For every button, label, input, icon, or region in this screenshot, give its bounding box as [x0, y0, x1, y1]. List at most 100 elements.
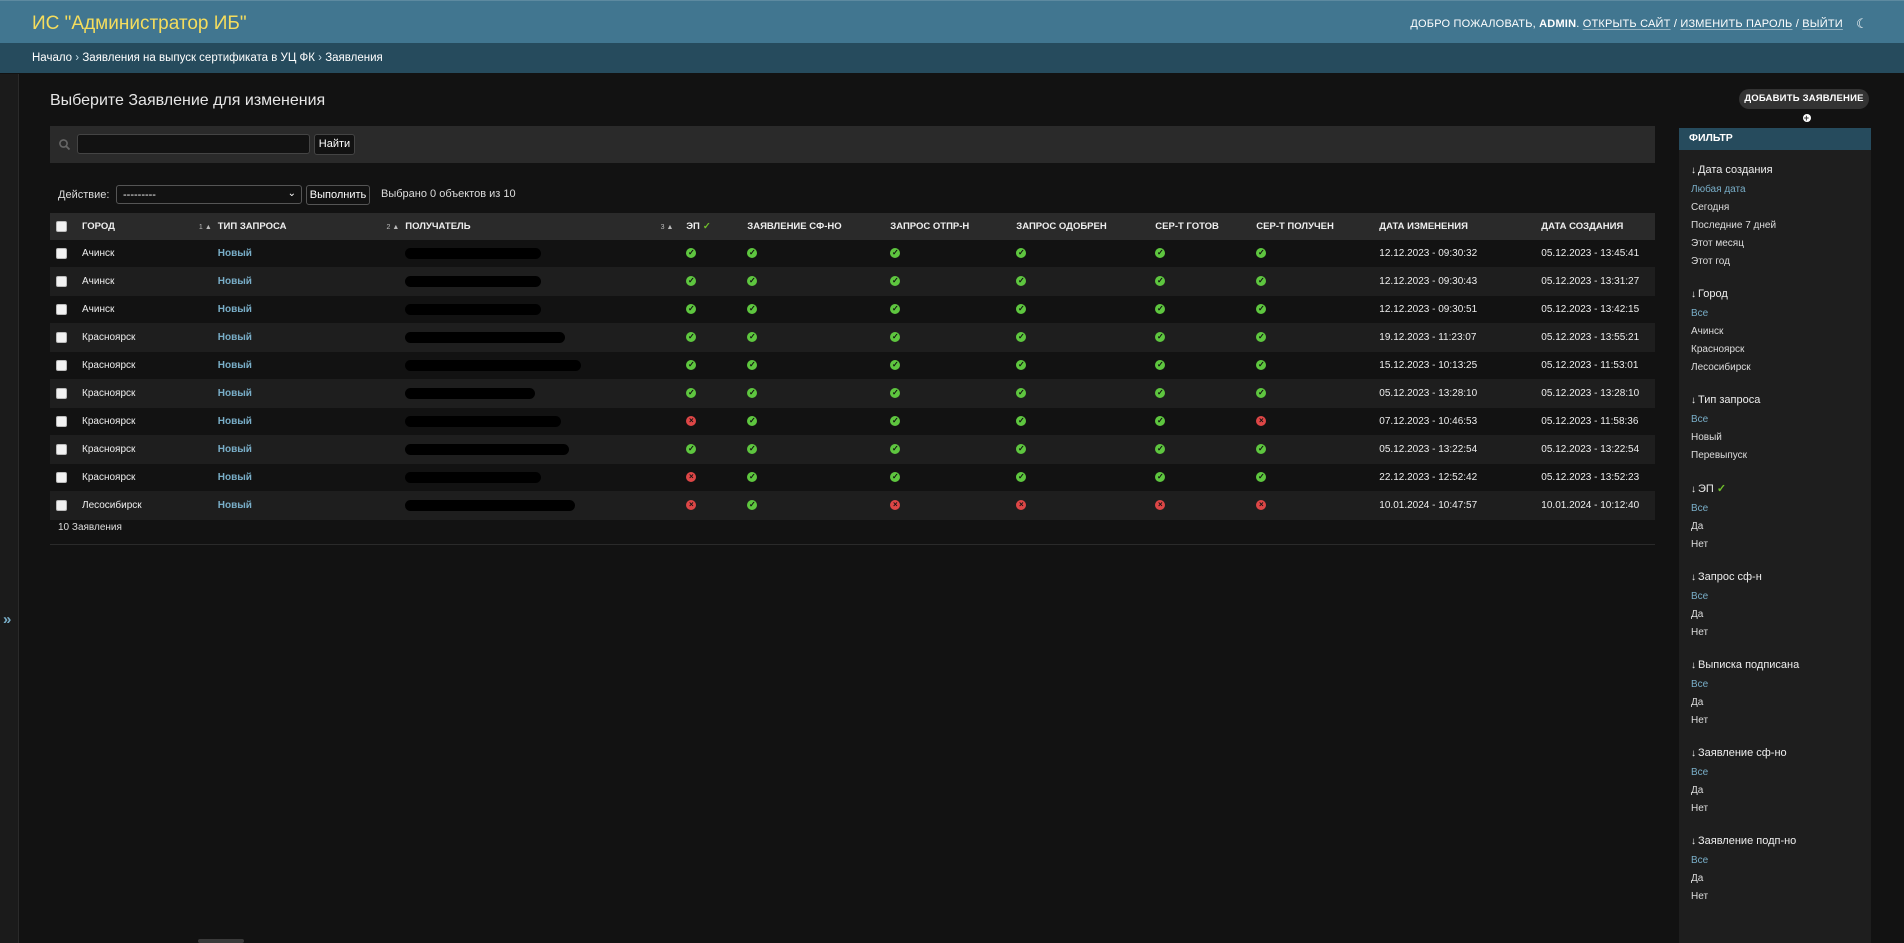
row-checkbox[interactable]	[56, 415, 67, 427]
column-header-approved[interactable]: ЗАПРОС ОДОБРЕН	[1010, 213, 1150, 240]
filter-group-title[interactable]: ↓ Заявление сф-но	[1691, 747, 1871, 759]
filter-option[interactable]: Да	[1691, 785, 1871, 803]
filter-option[interactable]: Все	[1691, 308, 1871, 326]
city-cell: Красноярск	[76, 379, 212, 408]
request-type-link[interactable]: Новый	[218, 388, 252, 399]
add-application-button[interactable]: ДОБАВИТЬ ЗАЯВЛЕНИЕ +	[1739, 89, 1869, 123]
filter-option[interactable]: Последние 7 дней	[1691, 220, 1871, 238]
filter-option[interactable]: Да	[1691, 697, 1871, 715]
request-type-link[interactable]: Новый	[218, 416, 252, 427]
filter-group-title[interactable]: ↓ Тип запроса	[1691, 394, 1871, 406]
request-type-link[interactable]: Новый	[218, 360, 252, 371]
filter-option[interactable]: Все	[1691, 767, 1871, 785]
row-checkbox[interactable]	[56, 359, 67, 371]
yes-icon: ✓	[686, 360, 697, 371]
row-checkbox[interactable]	[56, 499, 67, 511]
filter-option[interactable]: Сегодня	[1691, 202, 1871, 220]
yes-icon: ✓	[1155, 276, 1166, 287]
filter-option[interactable]: Любая дата	[1691, 184, 1871, 202]
column-header-created[interactable]: ДАТА СОЗДАНИЯ	[1535, 213, 1655, 240]
filter-group-title[interactable]: ↓ ЭП ✓	[1691, 482, 1871, 495]
filter-option[interactable]: Все	[1691, 503, 1871, 521]
search-button[interactable]: Найти	[314, 134, 355, 155]
sort-ascending-icon[interactable]: ▲	[392, 224, 399, 231]
row-checkbox[interactable]	[56, 247, 67, 259]
column-header-ready[interactable]: СЕР-Т ГОТОВ	[1149, 213, 1251, 240]
request-type-link[interactable]: Новый	[218, 276, 252, 287]
filter-option[interactable]: Все	[1691, 414, 1871, 432]
filter-option[interactable]: Да	[1691, 609, 1871, 627]
filter-option[interactable]: Все	[1691, 855, 1871, 873]
filter-option[interactable]: Ачинск	[1691, 326, 1871, 344]
request-type-link[interactable]: Новый	[218, 304, 252, 315]
yes-icon: ✓	[890, 444, 901, 455]
filter-option[interactable]: Лесосибирск	[1691, 362, 1871, 380]
filter-group-title[interactable]: ↓ Дата создания	[1691, 164, 1871, 176]
redacted-recipient[interactable]	[405, 499, 576, 511]
filter-group-title[interactable]: ↓ Выписка подписана	[1691, 659, 1871, 671]
row-checkbox[interactable]	[56, 275, 67, 287]
filter-option[interactable]: Нет	[1691, 803, 1871, 821]
column-header-received[interactable]: СЕР-Т ПОЛУЧЕН	[1250, 213, 1374, 240]
search-input[interactable]	[77, 134, 310, 154]
filter-option[interactable]: Нет	[1691, 627, 1871, 645]
filter-option[interactable]: Нет	[1691, 539, 1871, 557]
redacted-recipient[interactable]	[405, 359, 582, 371]
redacted-recipient[interactable]	[405, 247, 542, 259]
column-header-city[interactable]: ГОРОД 1 ▲	[76, 213, 212, 240]
filter-group-title[interactable]: ↓ Город	[1691, 288, 1871, 300]
redacted-recipient[interactable]	[405, 275, 542, 287]
filter-option[interactable]: Все	[1691, 679, 1871, 697]
horizontal-scrollbar[interactable]	[198, 939, 244, 943]
request-type-link[interactable]: Новый	[218, 500, 252, 511]
filter-option[interactable]: Новый	[1691, 432, 1871, 450]
breadcrumb-app[interactable]: Заявления на выпуск сертификата в УЦ ФК	[82, 52, 315, 64]
row-checkbox[interactable]	[56, 331, 67, 343]
redacted-recipient[interactable]	[405, 387, 536, 399]
filter-option[interactable]: Нет	[1691, 891, 1871, 909]
yes-icon: ✓	[686, 332, 697, 343]
breadcrumb-home[interactable]: Начало	[32, 52, 72, 64]
request-type-link[interactable]: Новый	[218, 444, 252, 455]
site-name[interactable]: ИС "Администратор ИБ"	[32, 13, 247, 35]
redacted-recipient[interactable]	[405, 471, 542, 483]
filter-option[interactable]: Нет	[1691, 715, 1871, 733]
column-header-modified[interactable]: ДАТА ИЗМЕНЕНИЯ	[1373, 213, 1536, 240]
sort-ascending-icon[interactable]: ▲	[205, 224, 212, 231]
logout-link[interactable]: ВЫЙТИ	[1802, 18, 1843, 30]
redacted-recipient[interactable]	[405, 331, 566, 343]
row-checkbox[interactable]	[56, 303, 67, 315]
change-password-link[interactable]: ИЗМЕНИТЬ ПАРОЛЬ	[1680, 18, 1792, 30]
row-checkbox[interactable]	[56, 443, 67, 455]
request-type-link[interactable]: Новый	[218, 472, 252, 483]
column-header-recipient[interactable]: ПОЛУЧАТЕЛЬ 3 ▲	[399, 213, 681, 240]
moon-icon[interactable]: ☾	[1856, 16, 1868, 32]
filter-option[interactable]: Да	[1691, 873, 1871, 891]
view-site-link[interactable]: ОТКРЫТЬ САЙТ	[1583, 18, 1671, 30]
redacted-recipient[interactable]	[405, 415, 562, 427]
row-checkbox[interactable]	[56, 387, 67, 399]
filter-option[interactable]: Красноярск	[1691, 344, 1871, 362]
filter-option[interactable]: Все	[1691, 591, 1871, 609]
column-header-ep[interactable]: ЭП ✓	[680, 213, 742, 240]
filter-option[interactable]: Этот год	[1691, 256, 1871, 274]
select-all-checkbox[interactable]	[56, 220, 67, 232]
double-chevron-right-icon[interactable]: »	[3, 611, 11, 628]
filter-option[interactable]: Этот месяц	[1691, 238, 1871, 256]
sort-ascending-icon[interactable]: ▲	[666, 224, 673, 231]
action-select[interactable]: --------- ⌄	[116, 185, 302, 204]
run-action-button[interactable]: Выполнить	[306, 185, 370, 205]
request-type-link[interactable]: Новый	[218, 248, 252, 259]
filter-group-title[interactable]: ↓ Запрос сф-н	[1691, 571, 1871, 583]
redacted-recipient[interactable]	[405, 443, 570, 455]
redacted-recipient[interactable]	[405, 303, 542, 315]
column-header-sfno[interactable]: ЗАЯВЛЕНИЕ СФ-НО	[741, 213, 885, 240]
action-label: Действие:	[58, 189, 110, 201]
column-header-request-type[interactable]: ТИП ЗАПРОСА 2 ▲	[211, 213, 400, 240]
filter-option[interactable]: Перевыпуск	[1691, 450, 1871, 468]
filter-group-title[interactable]: ↓ Заявление подп-но	[1691, 835, 1871, 847]
request-type-link[interactable]: Новый	[218, 332, 252, 343]
filter-option[interactable]: Да	[1691, 521, 1871, 539]
row-checkbox[interactable]	[56, 471, 67, 483]
column-header-sent[interactable]: ЗАПРОС ОТПР-Н	[884, 213, 1011, 240]
